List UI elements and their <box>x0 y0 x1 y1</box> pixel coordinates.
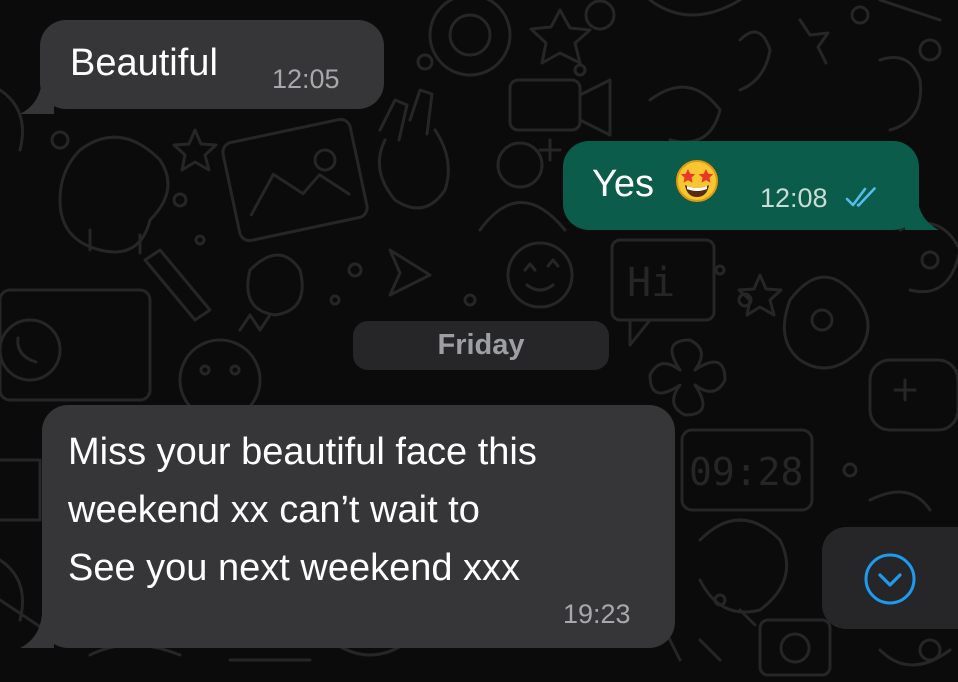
message-timestamp: 12:08 <box>760 183 828 213</box>
bubble-tail <box>20 614 54 648</box>
date-separator-chip: Friday <box>353 321 609 370</box>
read-receipt-ticks-icon <box>845 187 876 207</box>
bubble-tail <box>905 196 939 230</box>
message-text: Yes <box>592 163 654 205</box>
star-struck-emoji-icon <box>676 160 718 202</box>
chevron-down-circle-icon <box>864 553 916 605</box>
message-bubble-incoming[interactable]: Beautiful 12:05 <box>20 20 384 114</box>
message-bubble-incoming[interactable]: Miss your beautiful face this weekend xx… <box>20 405 675 648</box>
message-text: Miss your beautiful face this weekend xx… <box>68 431 537 589</box>
wallpaper-sign-text: Hi <box>627 260 675 306</box>
bubble-tail <box>20 80 54 114</box>
message-timestamp: 19:23 <box>563 599 631 629</box>
message-text: Beautiful <box>70 42 218 84</box>
scroll-to-bottom-button[interactable] <box>822 527 958 629</box>
message-timestamp: 12:05 <box>272 64 340 94</box>
message-bubble-outgoing[interactable]: Yes 12:08 <box>563 141 939 230</box>
wallpaper-clock-text: 09:28 <box>689 450 803 494</box>
